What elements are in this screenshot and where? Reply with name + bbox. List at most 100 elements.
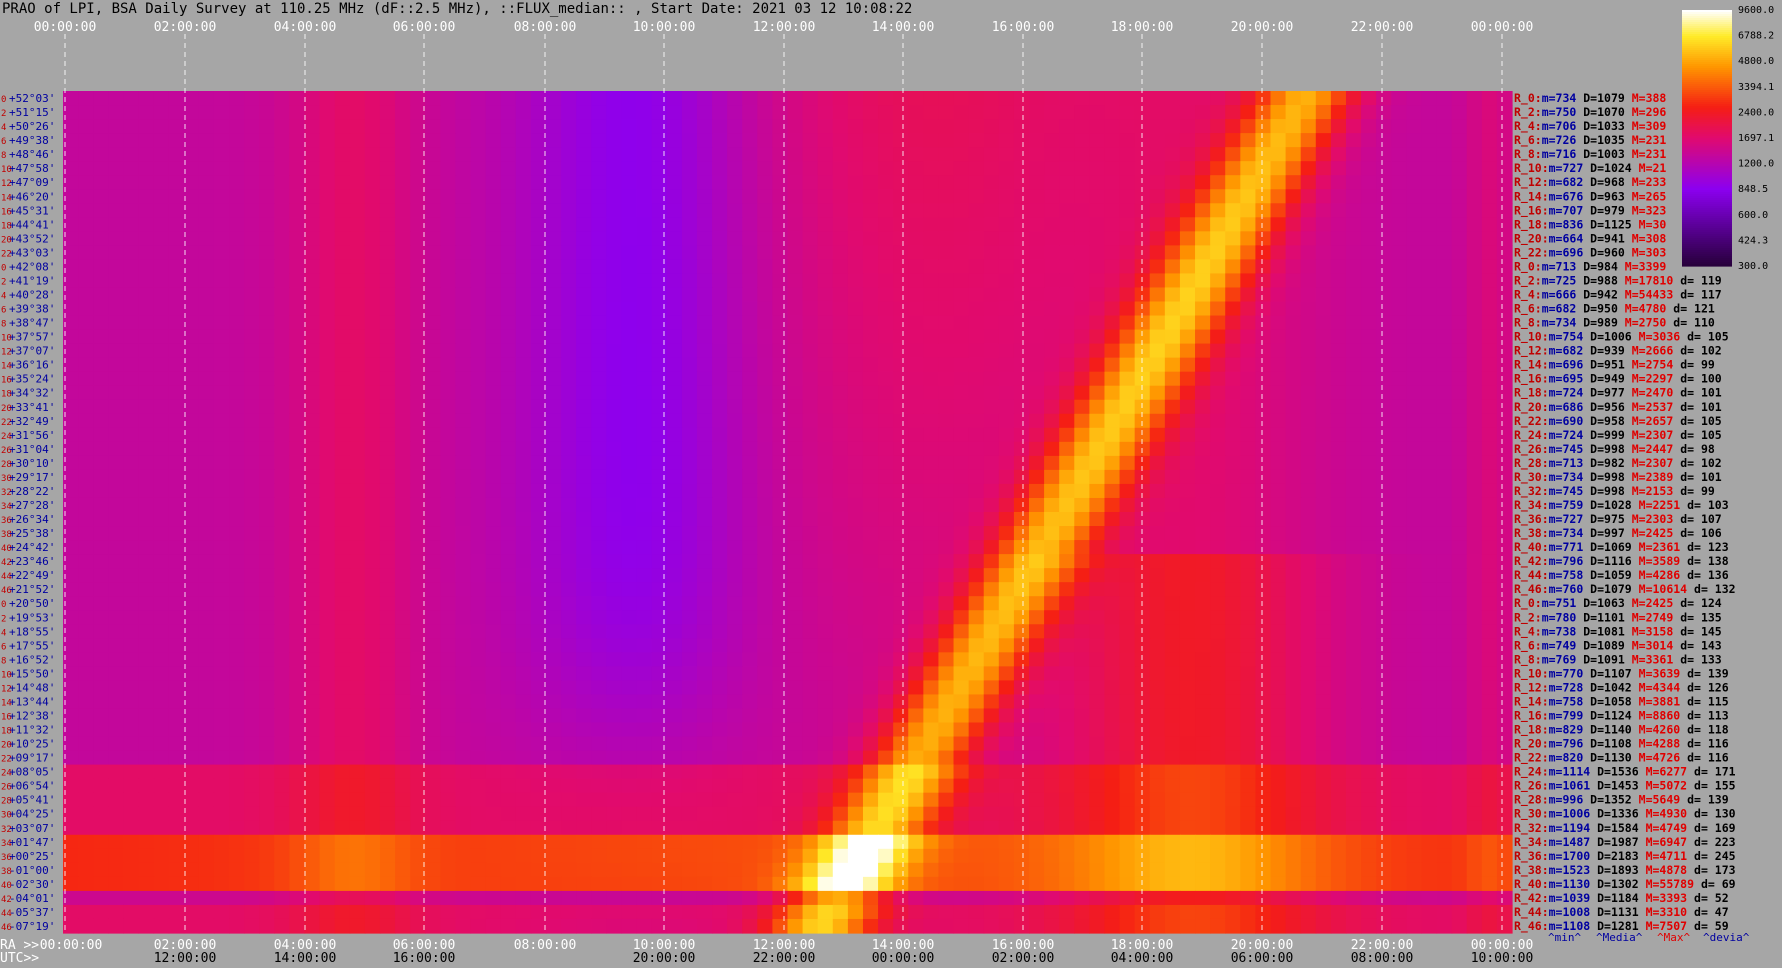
heatmap-cell [1270, 357, 1287, 373]
heatmap-cell [1361, 540, 1377, 555]
heatmap-cell [712, 722, 728, 738]
heatmap-cell [636, 652, 653, 667]
heatmap-cell [1436, 161, 1453, 176]
heatmap-cell [1195, 245, 1211, 260]
heatmap-cell [259, 245, 275, 260]
heatmap-cell [546, 708, 562, 724]
heatmap-cell [138, 329, 155, 345]
heatmap-cell [712, 245, 728, 260]
heatmap-cell [621, 722, 638, 738]
heatmap-cell [1134, 512, 1151, 527]
heatmap-cell [78, 526, 94, 541]
heatmap-cell [1300, 792, 1317, 808]
heatmap-cell [108, 203, 124, 218]
heatmap-cell [636, 624, 653, 639]
heatmap-cell [425, 245, 441, 260]
heatmap-cell [1421, 806, 1438, 822]
heatmap-cell [893, 582, 909, 597]
heatmap-cell [364, 315, 381, 331]
heatmap-cell [1149, 736, 1166, 752]
heatmap-cell [1466, 792, 1483, 808]
heatmap-cell [862, 722, 879, 738]
heatmap-cell [410, 666, 426, 681]
heatmap-cell [274, 287, 290, 303]
heatmap-cell [1451, 483, 1468, 499]
heatmap-cell [364, 161, 381, 176]
heatmap-cell [304, 413, 321, 429]
heatmap-cell [1195, 161, 1211, 176]
heatmap-cell [953, 792, 970, 808]
heatmap-cell [410, 512, 426, 527]
heatmap-cell [983, 582, 1000, 597]
heatmap-cell [576, 722, 592, 738]
heatmap-cell [289, 441, 306, 457]
heatmap-cell [168, 413, 185, 429]
heatmap-cell [1436, 806, 1453, 822]
heatmap-cell [727, 540, 743, 555]
heatmap-cell [1361, 526, 1377, 541]
heatmap-cell [968, 287, 985, 303]
heatmap-cell [862, 315, 879, 331]
heatmap-cell [1164, 694, 1181, 710]
heatmap-cell [1119, 666, 1136, 681]
heatmap-cell [304, 526, 321, 541]
heatmap-cell [998, 245, 1015, 260]
heatmap-cell [1361, 399, 1377, 415]
heatmap-cell [1496, 343, 1513, 359]
heatmap-cell [621, 329, 638, 345]
heatmap-cell [213, 217, 230, 232]
heatmap-cell [1134, 147, 1151, 162]
heatmap-cell [198, 413, 215, 429]
heatmap-cell [93, 526, 109, 541]
heatmap-cell [546, 329, 562, 345]
heatmap-cell [1210, 385, 1226, 401]
heatmap-cell [636, 189, 653, 204]
heatmap-cell [244, 455, 260, 471]
heatmap-cell [455, 680, 472, 696]
heatmap-cell [334, 329, 351, 345]
heatmap-cell [983, 806, 1000, 822]
heatmap-cell [1119, 483, 1136, 499]
heatmap-cell [349, 469, 366, 485]
heatmap-cell [1179, 455, 1196, 471]
heatmap-cell [334, 610, 351, 625]
heatmap-cell [410, 750, 426, 766]
heatmap-cell [1134, 694, 1151, 710]
heatmap-cell [1104, 287, 1121, 303]
heatmap-cell [1149, 540, 1166, 555]
heatmap-cell [1044, 666, 1060, 681]
heatmap-cell [681, 357, 698, 373]
heatmap-cell [696, 526, 713, 541]
heatmap-cell [198, 455, 215, 471]
heatmap-cell [410, 105, 426, 120]
heatmap-cell [908, 329, 924, 345]
heatmap-cell [847, 343, 864, 359]
heatmap-cell [1330, 596, 1347, 611]
heatmap-cell [1255, 469, 1272, 485]
heatmap-cell [379, 708, 396, 724]
heatmap-cell [772, 217, 789, 232]
heatmap-cell [1391, 554, 1407, 569]
heatmap-cell [787, 680, 804, 696]
heatmap-cell [908, 778, 924, 794]
heatmap-cell [923, 343, 940, 359]
heatmap-cell [1421, 526, 1438, 541]
heatmap-cell [1195, 483, 1211, 499]
heatmap-cell [1315, 652, 1332, 667]
heatmap-cell [1436, 427, 1453, 443]
heatmap-cell [666, 119, 683, 134]
heatmap-cell [908, 189, 924, 204]
heatmap-cell [817, 455, 834, 471]
heatmap-cell [1074, 638, 1090, 653]
heatmap-cell [576, 231, 592, 246]
heatmap-cell [123, 441, 140, 457]
heatmap-cell [1089, 189, 1106, 204]
heatmap-cell [1225, 806, 1241, 822]
heatmap-cell [229, 624, 245, 639]
heatmap-cell [1210, 554, 1226, 569]
heatmap-cell [153, 722, 170, 738]
heatmap-cell [1421, 652, 1438, 667]
heatmap-cell [1285, 512, 1302, 527]
heatmap-cell [681, 441, 698, 457]
heatmap-cell [349, 189, 366, 204]
